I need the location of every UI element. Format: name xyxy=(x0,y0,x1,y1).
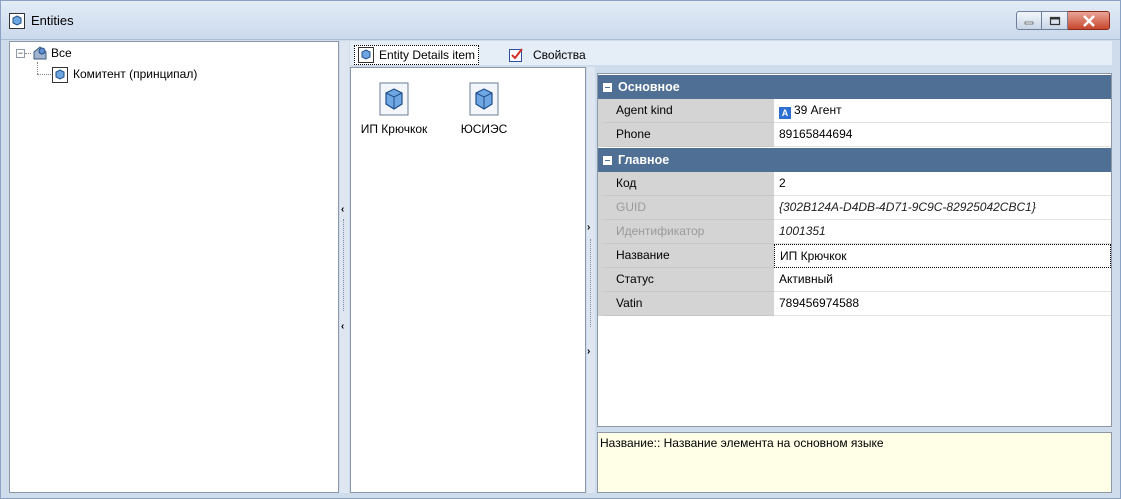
property-name: GUID xyxy=(598,196,774,220)
property-row[interactable]: GUID {302B124A-D4DB-4D71-9C9C-82925042CB… xyxy=(598,196,1111,220)
property-row[interactable]: Идентификатор 1001351 xyxy=(598,220,1111,244)
section-title: Главное xyxy=(618,153,670,167)
window-title: Entities xyxy=(31,13,74,28)
property-row[interactable]: Vatin 789456974588 xyxy=(598,292,1111,316)
agent-kind-value: 39 Агент xyxy=(794,103,842,117)
section-title: Основное xyxy=(618,80,680,94)
property-value[interactable]: Активный xyxy=(774,268,1111,292)
property-value[interactable]: 89165844694 xyxy=(774,123,1111,147)
list-item[interactable]: ИП Крючкок xyxy=(354,82,434,136)
tree-connector xyxy=(37,74,51,75)
entity-icon xyxy=(358,47,374,63)
collapse-icon[interactable] xyxy=(603,155,612,165)
collapse-right-arrow[interactable]: › xyxy=(587,223,590,233)
property-value[interactable]: 1001351 xyxy=(774,220,1111,244)
collapse-right-arrow-bottom[interactable]: › xyxy=(587,347,590,357)
collapse-toggle[interactable]: − xyxy=(16,49,25,58)
property-name: Vatin xyxy=(598,292,774,316)
property-row[interactable]: Agent kind A 39 Агент xyxy=(598,99,1111,123)
entity-tree[interactable]: − Все Комитент (принципал) xyxy=(9,41,339,493)
entities-window: Entities − Все Комитент (принципал) ‹ ‹ … xyxy=(0,0,1121,499)
tab-entity-details-label: Entity Details item xyxy=(379,48,476,62)
property-value[interactable]: 789456974588 xyxy=(774,292,1111,316)
property-name: Код xyxy=(598,172,774,196)
property-name: Phone xyxy=(598,123,774,147)
collapse-left-arrow-bottom[interactable]: ‹ xyxy=(341,322,344,332)
tab-properties-label: Свойства xyxy=(533,48,586,62)
section-header-general[interactable]: Главное xyxy=(598,148,1111,172)
property-description: Название:: Название элемента на основном… xyxy=(600,436,884,450)
section-header-main[interactable]: Основное xyxy=(598,75,1111,99)
tab-properties[interactable]: Свойства xyxy=(508,45,586,65)
minimize-button[interactable] xyxy=(1016,11,1042,30)
left-splitter[interactable]: ‹ ‹ xyxy=(340,41,349,493)
property-grid[interactable]: Основное Agent kind A 39 Агент Phone 8916… xyxy=(597,73,1112,427)
property-description-panel: Название:: Название элемента на основном… xyxy=(597,432,1112,493)
collapse-icon[interactable] xyxy=(603,82,612,92)
collapse-left-arrow[interactable]: ‹ xyxy=(341,205,344,215)
entity-window-icon xyxy=(9,13,25,29)
property-value[interactable]: 2 xyxy=(774,172,1111,196)
title-bar[interactable]: Entities xyxy=(1,1,1120,40)
tab-entity-details[interactable]: Entity Details item xyxy=(354,45,480,65)
property-row[interactable]: Код 2 xyxy=(598,172,1111,196)
property-value[interactable]: A 39 Агент xyxy=(774,99,1111,123)
list-item-label: ИП Крючкок xyxy=(360,122,428,136)
right-splitter[interactable]: › › xyxy=(587,67,595,493)
property-value-selected[interactable]: ИП Крючкок xyxy=(774,244,1111,268)
properties-icon xyxy=(509,48,523,62)
maximize-icon xyxy=(1049,16,1060,25)
tree-root-label[interactable]: Все xyxy=(51,46,72,60)
list-item-label: ЮСИЭС xyxy=(460,122,508,136)
tree-item-principal[interactable]: Комитент (принципал) xyxy=(73,67,197,81)
close-button[interactable] xyxy=(1068,11,1110,30)
tree-connector xyxy=(37,62,38,74)
property-name: Agent kind xyxy=(598,99,774,123)
minimize-icon xyxy=(1024,21,1034,24)
property-value[interactable]: {302B124A-D4DB-4D71-9C9C-82925042CBC1} xyxy=(774,196,1111,220)
splitter-grip xyxy=(590,239,592,327)
entity-items-list[interactable]: ИП Крючкок ЮСИЭС xyxy=(350,67,586,493)
maximize-button[interactable] xyxy=(1042,11,1068,30)
property-name: Идентификатор xyxy=(598,220,774,244)
entity-icon xyxy=(52,67,68,83)
details-tabbar: Entity Details item Свойства xyxy=(350,41,1112,65)
property-row[interactable]: Статус Активный xyxy=(598,268,1111,292)
property-row[interactable]: Phone 89165844694 xyxy=(598,123,1111,147)
property-name: Название xyxy=(598,244,774,268)
entity-cube-icon xyxy=(379,82,409,116)
splitter-grip xyxy=(343,219,345,311)
agent-kind-icon: A xyxy=(779,107,791,119)
all-entities-icon xyxy=(33,46,47,60)
entity-cube-icon xyxy=(469,82,499,116)
window-controls xyxy=(1016,11,1110,31)
property-name: Статус xyxy=(598,268,774,292)
property-row[interactable]: Название ИП Крючкок xyxy=(598,244,1111,268)
close-icon xyxy=(1082,14,1095,27)
list-item[interactable]: ЮСИЭС xyxy=(444,82,524,136)
